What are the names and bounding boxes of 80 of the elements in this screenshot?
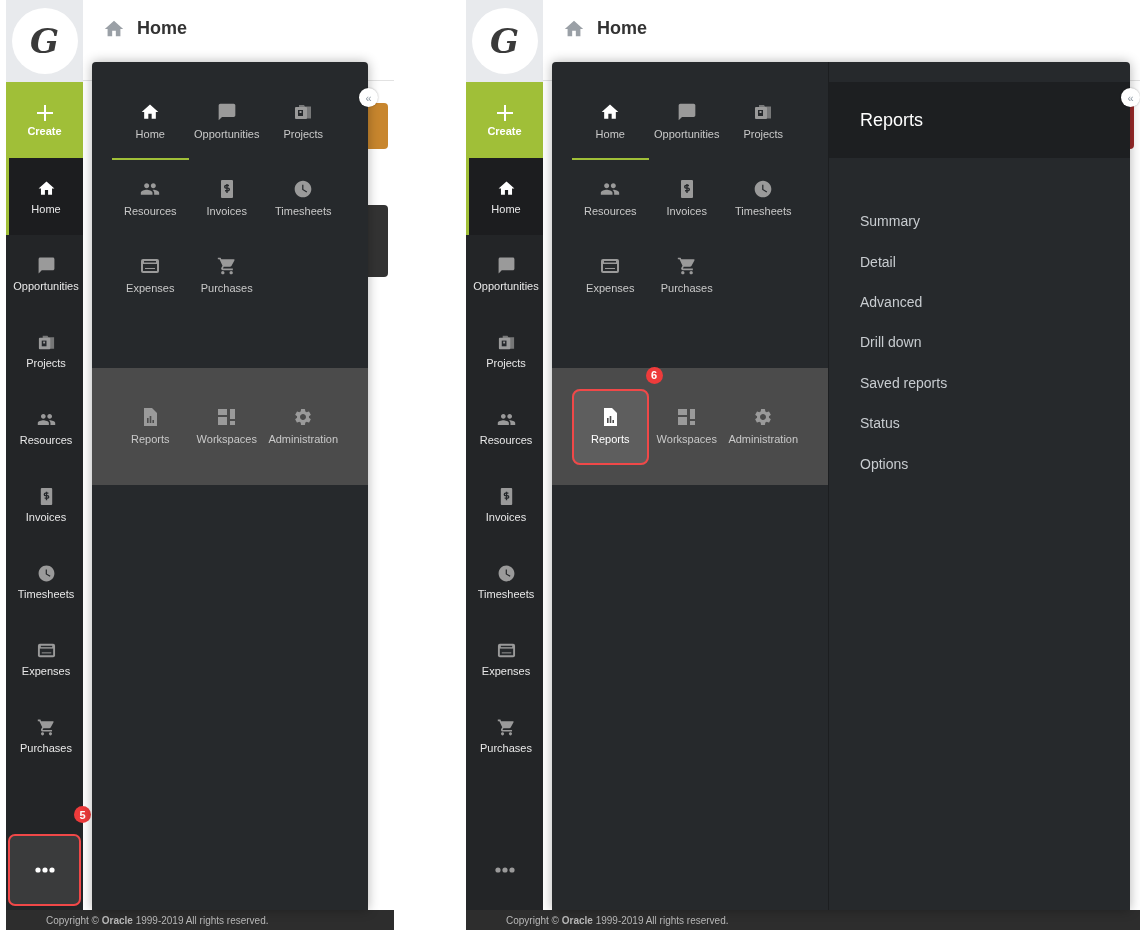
menu-item[interactable]: Expenses: [112, 238, 189, 314]
clock-icon: [36, 563, 56, 583]
submenu-item[interactable]: Summary: [860, 201, 920, 242]
sidebar-item[interactable]: Resources: [466, 389, 543, 466]
clock-icon: [496, 563, 516, 583]
plus-icon: [495, 103, 514, 122]
sidebar-item[interactable]: Home: [466, 158, 543, 235]
credit-card-icon: [600, 256, 621, 276]
menu-item[interactable]: Workspaces: [188, 388, 265, 465]
menu-item[interactable]: Workspaces: [648, 388, 725, 465]
menu-item[interactable]: Projects: [265, 84, 342, 160]
copyright-text: Copyright © Oracle 1999-2019 All rights reserved.: [466, 910, 1140, 930]
cart-icon: [676, 256, 697, 276]
step-badge: 6: [645, 366, 663, 384]
menu-item[interactable]: Purchases: [648, 238, 725, 314]
page-title: Home: [137, 18, 187, 39]
workspace-icon: [676, 406, 697, 427]
cart-icon: [216, 256, 237, 276]
menu-item[interactable]: Administration: [725, 388, 802, 465]
sidebar-item[interactable]: Purchases: [6, 697, 83, 774]
menu-item[interactable]: Resources: [572, 161, 649, 237]
credit-card-icon: [140, 256, 161, 276]
menu-item[interactable]: Purchases: [188, 238, 265, 314]
menu-item[interactable]: Reports: [572, 388, 649, 465]
more-button[interactable]: [8, 834, 81, 906]
menu-item[interactable]: Expenses: [572, 238, 649, 314]
sidebar-item[interactable]: Resources: [6, 389, 83, 466]
menu-item[interactable]: Timesheets: [725, 161, 802, 237]
cart-icon: [496, 717, 516, 737]
logo: G: [471, 8, 538, 74]
submenu-item[interactable]: Advanced: [860, 281, 923, 323]
menu-item[interactable]: Opportunities: [188, 84, 265, 160]
more-dots-icon: [494, 867, 515, 873]
submenu-item[interactable]: Options: [860, 443, 909, 484]
logo: G: [11, 8, 78, 74]
menu-item[interactable]: Home: [572, 84, 649, 160]
sidebar-item[interactable]: Opportunities: [466, 235, 543, 312]
home-icon: [600, 102, 621, 122]
settings-icon: [293, 406, 314, 427]
menu-item[interactable]: Invoices: [188, 161, 265, 237]
menu-item[interactable]: Invoices: [648, 161, 725, 237]
sidebar-item[interactable]: Invoices: [466, 466, 543, 543]
chat-bubble-icon: [676, 102, 697, 122]
sidebar-item[interactable]: Purchases: [466, 697, 543, 774]
sidebar-item[interactable]: Invoices: [6, 466, 83, 543]
plus-icon: [35, 103, 54, 122]
menu-item[interactable]: Administration: [265, 388, 342, 465]
menu-item[interactable]: Opportunities: [648, 84, 725, 160]
menu-item[interactable]: Home: [112, 84, 189, 160]
workspace-icon: [216, 406, 237, 427]
chat-bubble-icon: [216, 102, 237, 122]
home-icon: [140, 102, 161, 122]
chat-bubble-icon: [36, 255, 56, 275]
home-icon: [36, 178, 56, 198]
sidebar-item[interactable]: Projects: [466, 312, 543, 389]
sidebar-item[interactable]: Expenses: [6, 620, 83, 697]
settings-icon: [753, 406, 774, 427]
cart-icon: [36, 717, 56, 737]
submenu-item[interactable]: Saved reports: [860, 362, 948, 403]
home-icon: [496, 178, 516, 198]
submenu-item[interactable]: Drill down: [860, 322, 922, 363]
chat-bubble-icon: [496, 255, 516, 275]
sidebar-item[interactable]: Timesheets: [6, 543, 83, 620]
copyright-text: Copyright © Oracle 1999-2019 All rights reserved.: [6, 910, 394, 930]
clock-icon: [293, 179, 314, 199]
submenu-item[interactable]: Status: [860, 402, 900, 444]
sidebar-item[interactable]: Home: [6, 158, 83, 235]
sidebar-item[interactable]: Expenses: [466, 620, 543, 697]
menu-item[interactable]: Timesheets: [265, 161, 342, 237]
clock-icon: [753, 179, 774, 199]
step-badge: 5: [74, 806, 91, 823]
menu-item[interactable]: Reports: [112, 388, 189, 465]
page-title: Home: [597, 18, 647, 39]
menu-item[interactable]: Projects: [725, 84, 802, 160]
menu-item[interactable]: Resources: [112, 161, 189, 237]
sidebar-item[interactable]: Opportunities: [6, 235, 83, 312]
sidebar-item[interactable]: Timesheets: [466, 543, 543, 620]
submenu-item[interactable]: Detail: [860, 241, 896, 282]
more-dots-icon: [34, 867, 55, 873]
sidebar-item[interactable]: Projects: [6, 312, 83, 389]
